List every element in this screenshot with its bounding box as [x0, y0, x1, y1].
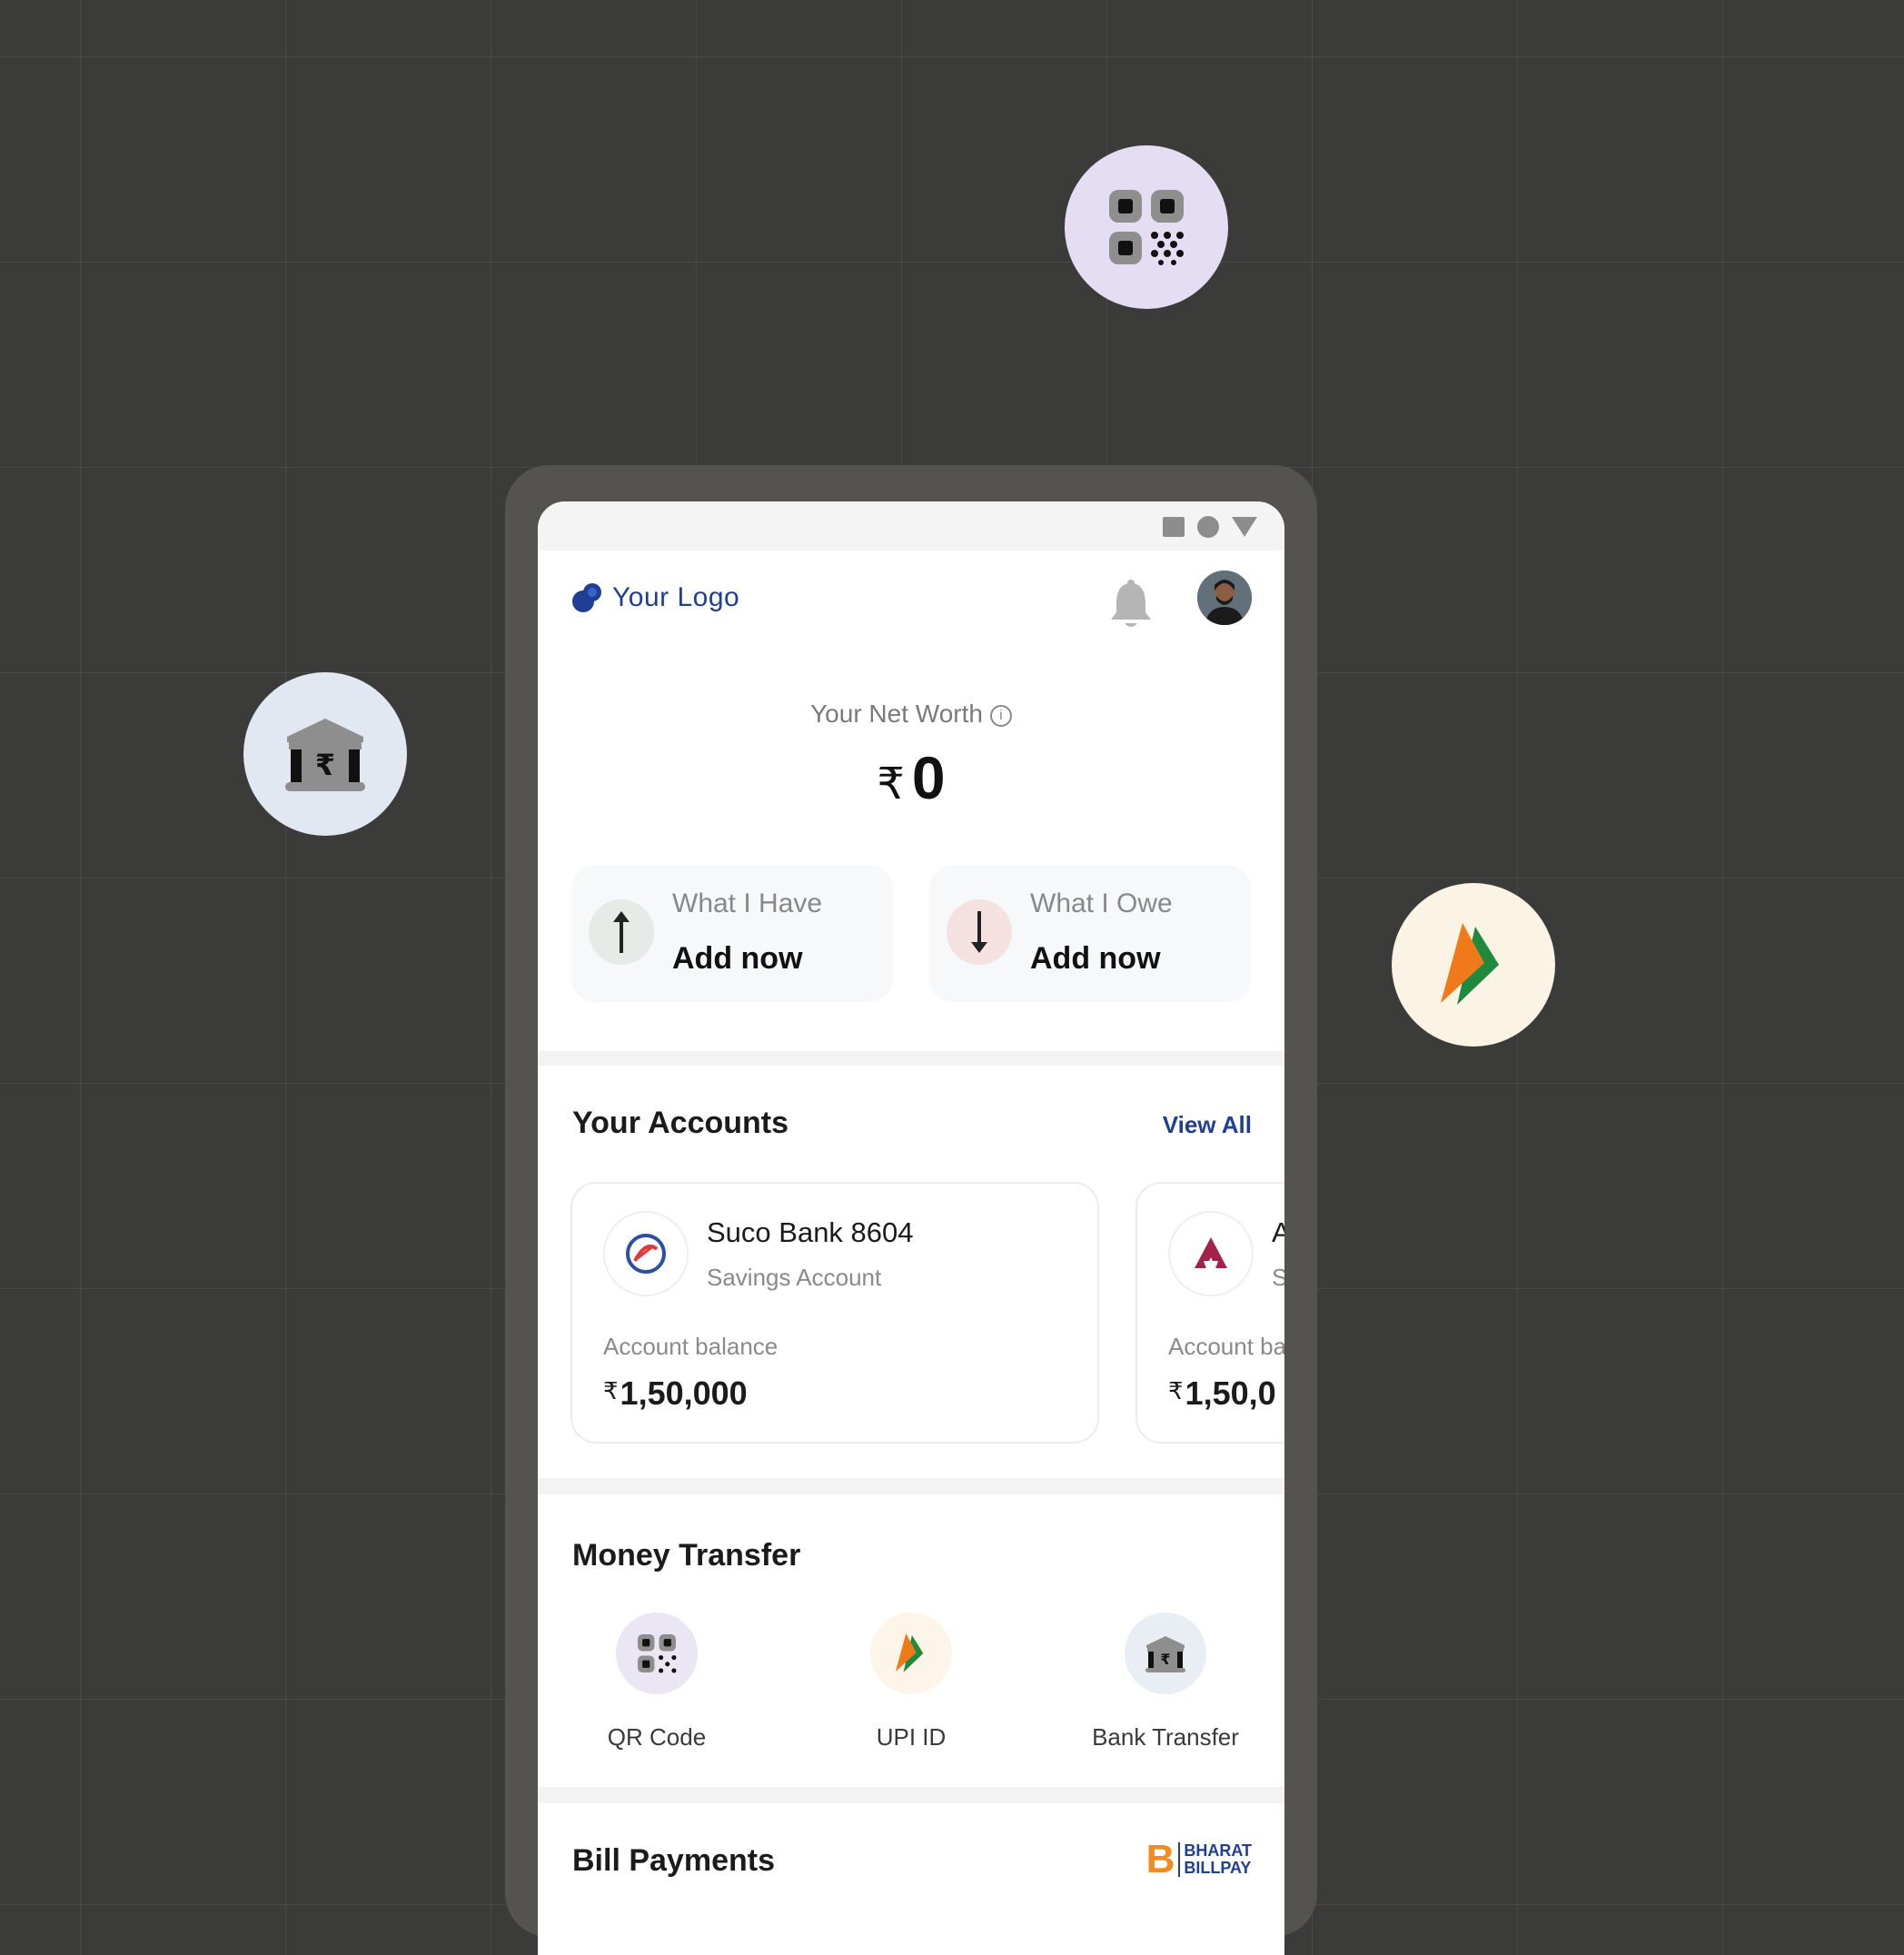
- bank-rupee-icon[interactable]: ₹: [1125, 1613, 1206, 1694]
- status-triangle-icon: [1232, 517, 1257, 537]
- add-now-have-link[interactable]: Add now: [672, 941, 803, 977]
- net-worth-amount: 0: [911, 744, 946, 811]
- bharat-billpay-line2: BILLPAY: [1184, 1859, 1252, 1877]
- phone-screen: Your Logo Your Net Worth i ₹ 0 What I Ha…: [538, 501, 1284, 1955]
- logo-mark-icon: [572, 583, 601, 612]
- what-i-owe-label: What I Owe: [1030, 888, 1173, 918]
- floating-upi-icon: [1392, 883, 1555, 1047]
- account-balance: ₹1,50,0: [1168, 1374, 1276, 1413]
- accounts-title: Your Accounts: [572, 1106, 789, 1140]
- money-transfer-section: Money Transfer QR Code UPI ID ₹ Bank Tra…: [538, 1494, 1284, 1787]
- app-logo[interactable]: Your Logo: [570, 581, 739, 614]
- logo-text: Your Logo: [612, 582, 740, 612]
- axis-bank-logo-icon: [1168, 1211, 1254, 1296]
- bank-name: A: [1272, 1216, 1284, 1248]
- bank-name: Suco Bank 8604: [707, 1216, 914, 1248]
- info-icon[interactable]: i: [989, 704, 1012, 727]
- currency-symbol: ₹: [877, 760, 905, 809]
- status-bar: [538, 501, 1284, 551]
- currency-symbol: ₹: [603, 1377, 619, 1404]
- bharat-billpay-text: BHARAT BILLPAY: [1178, 1842, 1252, 1877]
- account-balance-value: 1,50,0: [1185, 1374, 1276, 1412]
- qr-code-label: QR Code: [607, 1723, 707, 1751]
- svg-text:₹: ₹: [315, 748, 335, 782]
- svg-text:₹: ₹: [1160, 1651, 1170, 1668]
- bank-rupee-icon: ₹: [285, 719, 365, 791]
- currency-symbol: ₹: [1168, 1377, 1184, 1404]
- net-worth-value: ₹0: [538, 743, 1284, 812]
- upi-id-label: UPI ID: [876, 1723, 947, 1751]
- avatar[interactable]: [1197, 571, 1252, 625]
- account-balance-label: Account balance: [603, 1333, 778, 1360]
- suco-bank-logo-icon: [603, 1211, 689, 1296]
- account-balance-label: Account balance: [1168, 1333, 1284, 1360]
- bharat-billpay-logo: B BHARAT BILLPAY: [1146, 1840, 1252, 1880]
- app-bar: Your Logo: [538, 551, 1284, 650]
- bharat-billpay-line1: BHARAT: [1184, 1841, 1252, 1860]
- account-card[interactable]: A S Account balance ₹1,50,0: [1135, 1182, 1284, 1444]
- arrow-up-icon: [589, 899, 654, 965]
- net-worth-label: Your Net Worth i: [538, 700, 1284, 729]
- qr-code-icon[interactable]: [616, 1613, 698, 1694]
- what-i-owe-card[interactable]: What I Owe Add now: [930, 865, 1250, 999]
- upi-logo-icon: [1441, 923, 1499, 1005]
- floating-bank-icon: ₹: [243, 672, 407, 836]
- account-type: Savings Account: [707, 1264, 882, 1291]
- bharat-billpay-letter: B: [1145, 1837, 1175, 1881]
- floating-qr-code-icon: [1065, 145, 1228, 309]
- account-balance: ₹1,50,000: [603, 1374, 748, 1413]
- notification-bell-icon[interactable]: [1108, 578, 1154, 633]
- net-worth-section: Your Logo Your Net Worth i ₹ 0 What I Ha…: [538, 551, 1284, 1051]
- bill-payments-title: Bill Payments: [572, 1843, 775, 1878]
- bill-payments-section: Bill Payments B BHARAT BILLPAY: [538, 1803, 1284, 1955]
- account-type: S: [1272, 1264, 1284, 1291]
- accounts-section: Your Accounts View All Suco Bank 8604 Sa…: [538, 1066, 1284, 1478]
- bank-transfer-label: Bank Transfer: [1092, 1723, 1239, 1751]
- status-circle-icon: [1197, 516, 1219, 538]
- account-balance-value: 1,50,000: [620, 1374, 748, 1412]
- upi-logo-icon[interactable]: [870, 1613, 952, 1694]
- status-square-icon: [1163, 517, 1185, 537]
- money-transfer-title: Money Transfer: [572, 1538, 801, 1573]
- net-worth-label-text: Your Net Worth: [810, 700, 983, 728]
- qr-code-icon: [1109, 190, 1184, 265]
- arrow-down-icon: [947, 899, 1012, 965]
- account-card[interactable]: Suco Bank 8604 Savings Account Account b…: [570, 1182, 1099, 1444]
- add-now-owe-link[interactable]: Add now: [1030, 941, 1161, 977]
- what-i-have-label: What I Have: [672, 888, 823, 918]
- what-i-have-card[interactable]: What I Have Add now: [572, 865, 892, 999]
- view-all-link[interactable]: View All: [1163, 1111, 1252, 1139]
- phone-device: Your Logo Your Net Worth i ₹ 0 What I Ha…: [505, 465, 1317, 1955]
